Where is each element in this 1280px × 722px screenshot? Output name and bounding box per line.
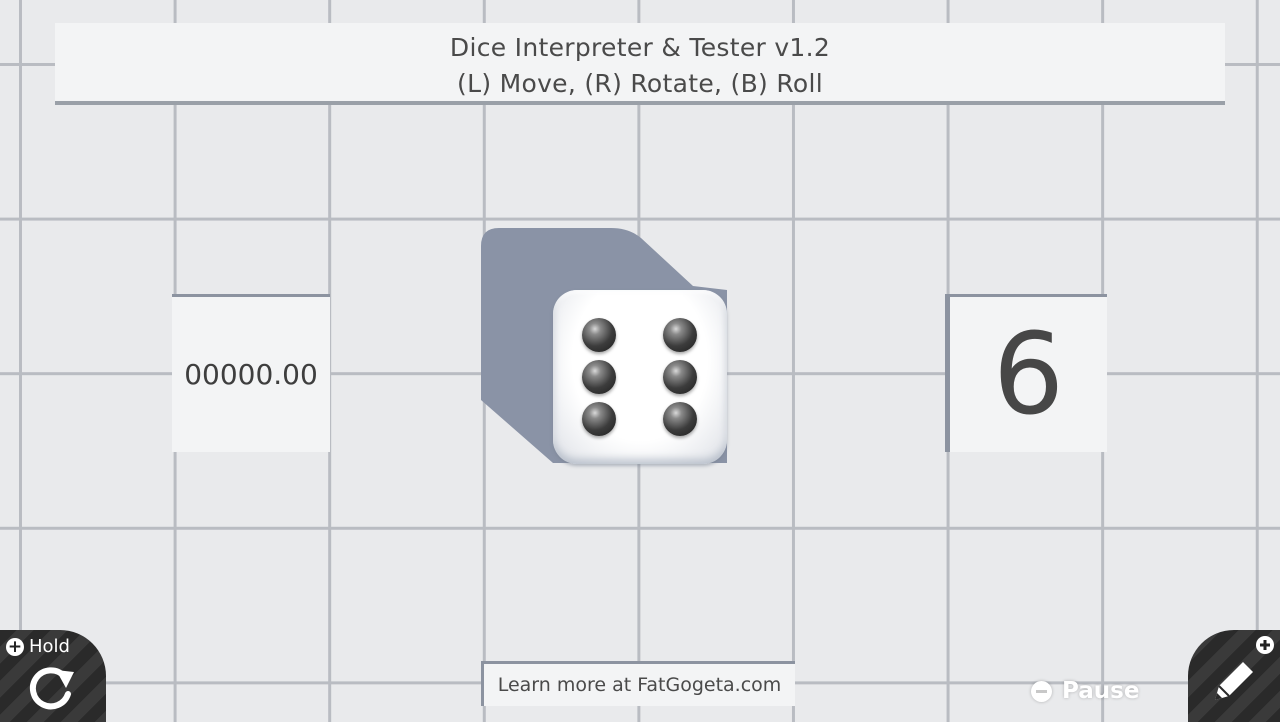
banner-instructions: (L) Move, (R) Rotate, (B) Roll bbox=[457, 69, 823, 98]
pause-label: Pause bbox=[1062, 678, 1140, 704]
die-pip bbox=[582, 402, 616, 436]
die-pip bbox=[582, 360, 616, 394]
title-banner: Dice Interpreter & Tester v1.2 (L) Move,… bbox=[55, 23, 1225, 103]
dice[interactable] bbox=[553, 290, 727, 464]
plus-icon: + bbox=[6, 636, 24, 657]
die-pip bbox=[663, 360, 697, 394]
die-pip bbox=[582, 318, 616, 352]
banner-title: Dice Interpreter & Tester v1.2 bbox=[449, 33, 831, 62]
result-value: 6 bbox=[992, 309, 1065, 440]
timer-display: 00000.00 bbox=[172, 294, 330, 452]
pencil-icon bbox=[1215, 662, 1253, 700]
rotate-icon bbox=[29, 667, 74, 710]
hold-control[interactable]: + Hold bbox=[6, 636, 70, 657]
result-display: 6 bbox=[945, 294, 1107, 452]
learn-more-text: Learn more at FatGogeta.com bbox=[497, 674, 782, 696]
hold-label: Hold bbox=[29, 636, 70, 657]
timer-value: 00000.00 bbox=[184, 358, 318, 391]
die-pip bbox=[663, 402, 697, 436]
pause-button[interactable]: Pause bbox=[1031, 678, 1139, 704]
die-pip bbox=[663, 318, 697, 352]
learn-more-link[interactable]: Learn more at FatGogeta.com bbox=[481, 661, 795, 706]
minus-icon bbox=[1031, 680, 1052, 702]
plus-icon bbox=[1256, 636, 1274, 654]
